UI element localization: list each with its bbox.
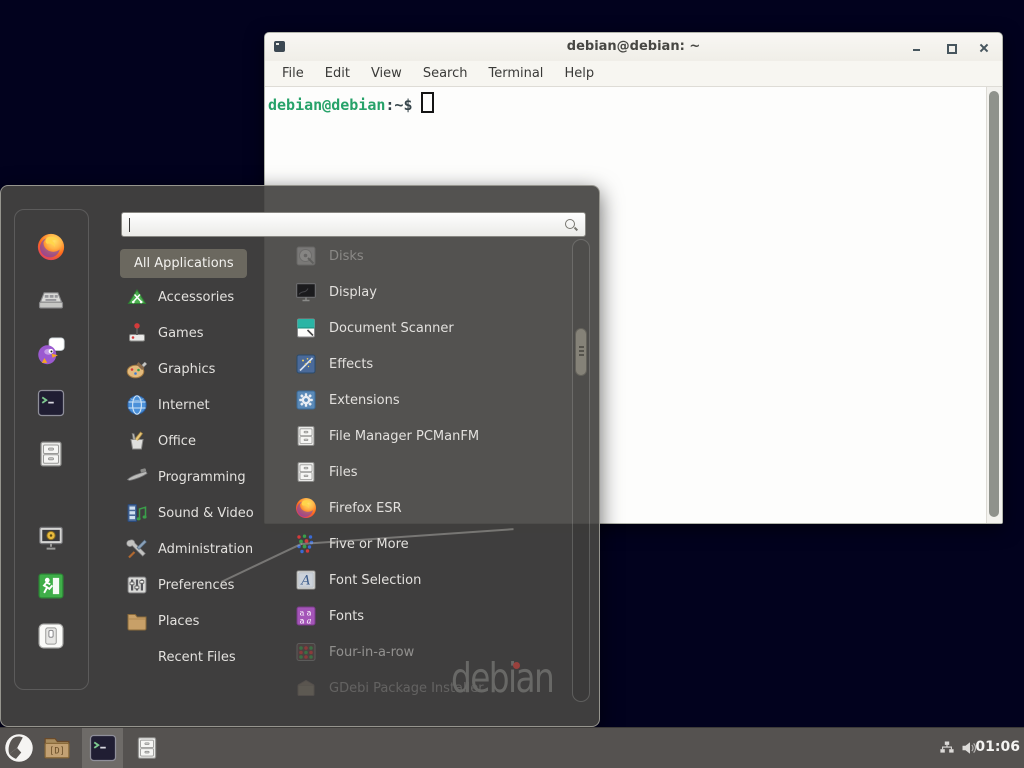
graphics-icon <box>125 357 149 381</box>
terminal-cursor <box>421 92 434 113</box>
search-icon <box>564 218 578 232</box>
category-accessories[interactable]: Accessories <box>120 279 272 315</box>
places-icon <box>125 609 149 633</box>
document-scanner-icon <box>294 316 318 340</box>
menu-search[interactable]: Search <box>423 66 468 81</box>
category-preferences[interactable]: Preferences <box>120 567 272 603</box>
app-fonts[interactable]: a a a a Fonts <box>286 598 570 634</box>
category-graphics[interactable]: Graphics <box>120 351 272 387</box>
menu-edit[interactable]: Edit <box>325 66 350 81</box>
file-manager-icon <box>294 424 318 448</box>
software-icon[interactable] <box>36 284 66 314</box>
games-icon <box>125 321 149 345</box>
folder-icon[interactable]: [D] <box>42 733 72 763</box>
app-font-selection[interactable]: A Font Selection <box>286 562 570 598</box>
taskbar-terminal-button[interactable] <box>82 728 123 768</box>
text-caret <box>129 218 130 232</box>
category-administration[interactable]: Administration <box>120 531 272 567</box>
taskbar-clock[interactable]: 01:06 <box>975 739 1020 755</box>
terminal-menubar: File Edit View Search Terminal Help <box>265 61 1002 87</box>
terminal-icon[interactable] <box>36 388 66 418</box>
screensaver-icon[interactable] <box>36 523 66 553</box>
app-document-scanner[interactable]: Document Scanner <box>286 310 570 346</box>
menu-file[interactable]: File <box>282 66 304 81</box>
menu-scrollbar[interactable] <box>572 239 590 702</box>
app-files[interactable]: Files <box>286 454 570 490</box>
debian-watermark: debian <box>451 654 553 702</box>
category-recent-files[interactable]: Recent Files <box>120 639 272 675</box>
internet-icon <box>125 393 149 417</box>
app-effects[interactable]: Effects <box>286 346 570 382</box>
files-icon <box>294 460 318 484</box>
sound-video-icon <box>125 501 149 525</box>
effects-icon <box>294 352 318 376</box>
svg-text:a: a <box>307 617 312 626</box>
app-file-manager-pcmanfm[interactable]: File Manager PCManFM <box>286 418 570 454</box>
extensions-icon <box>294 388 318 412</box>
minimize-button[interactable] <box>910 42 924 54</box>
svg-text:A: A <box>300 574 310 589</box>
search-input[interactable] <box>121 212 586 237</box>
grip-line <box>579 346 584 348</box>
network-icon[interactable] <box>939 740 955 756</box>
grip-line <box>579 350 584 352</box>
menu-terminal[interactable]: Terminal <box>488 66 543 81</box>
four-in-a-row-icon <box>294 640 318 664</box>
maximize-button[interactable] <box>944 42 958 54</box>
pidgin-icon[interactable] <box>36 336 66 366</box>
fonts-icon: a a a a <box>294 604 318 628</box>
firefox-icon <box>294 496 318 520</box>
desktop: { "terminal": { "title": "debian@debian:… <box>0 0 1024 768</box>
display-icon <box>294 280 318 304</box>
application-list: Disks Display Document Scanner <box>286 238 570 706</box>
app-five-or-more[interactable]: Five or More <box>286 526 570 562</box>
accessories-icon <box>125 285 149 309</box>
menu-view[interactable]: View <box>371 66 402 81</box>
application-menu: All Applications Accessories Games <box>0 185 600 727</box>
terminal-titlebar[interactable]: debian@debian: ~ <box>265 33 1002 62</box>
font-selection-icon: A <box>294 568 318 592</box>
file-manager-icon[interactable] <box>36 439 66 469</box>
app-display[interactable]: Display <box>286 274 570 310</box>
category-games[interactable]: Games <box>120 315 272 351</box>
svg-text:a: a <box>300 617 305 626</box>
category-places[interactable]: Places <box>120 603 272 639</box>
menu-help[interactable]: Help <box>564 66 594 81</box>
app-disks[interactable]: Disks <box>286 238 570 274</box>
category-list: Accessories Games Graphics <box>120 279 272 675</box>
app-extensions[interactable]: Extensions <box>286 382 570 418</box>
menu-logo-icon[interactable] <box>4 733 34 763</box>
taskbar: [D] 01:06 <box>0 727 1024 768</box>
category-sound-video[interactable]: Sound & Video <box>120 495 272 531</box>
shutdown-icon[interactable] <box>36 621 66 651</box>
debian-watermark-dot <box>513 662 520 669</box>
administration-icon <box>125 537 149 561</box>
programming-icon <box>125 465 149 489</box>
category-programming[interactable]: Programming <box>120 459 272 495</box>
prompt-path: :~$ <box>385 96 412 114</box>
firefox-icon[interactable] <box>36 232 66 262</box>
app-firefox-esr[interactable]: Firefox ESR <box>286 490 570 526</box>
category-office[interactable]: Office <box>120 423 272 459</box>
category-internet[interactable]: Internet <box>120 387 272 423</box>
gdebi-icon <box>294 676 318 700</box>
terminal-icon <box>88 733 118 763</box>
disks-icon <box>294 244 318 268</box>
menu-scrollbar-thumb[interactable] <box>575 328 587 376</box>
terminal-scrollbar-thumb[interactable] <box>989 91 999 517</box>
preferences-icon <box>125 573 149 597</box>
office-icon <box>125 429 149 453</box>
file-cabinet-icon[interactable] <box>134 735 160 761</box>
logout-icon[interactable] <box>36 571 66 601</box>
category-all-applications[interactable]: All Applications <box>120 249 247 278</box>
grip-line <box>579 354 584 356</box>
close-button[interactable] <box>977 42 991 54</box>
prompt-user-host: debian@debian <box>268 96 385 114</box>
favorites-panel <box>14 209 89 690</box>
svg-text:[D]: [D] <box>49 747 65 757</box>
terminal-window-title: debian@debian: ~ <box>265 39 1002 54</box>
terminal-scrollbar[interactable] <box>986 87 1002 523</box>
